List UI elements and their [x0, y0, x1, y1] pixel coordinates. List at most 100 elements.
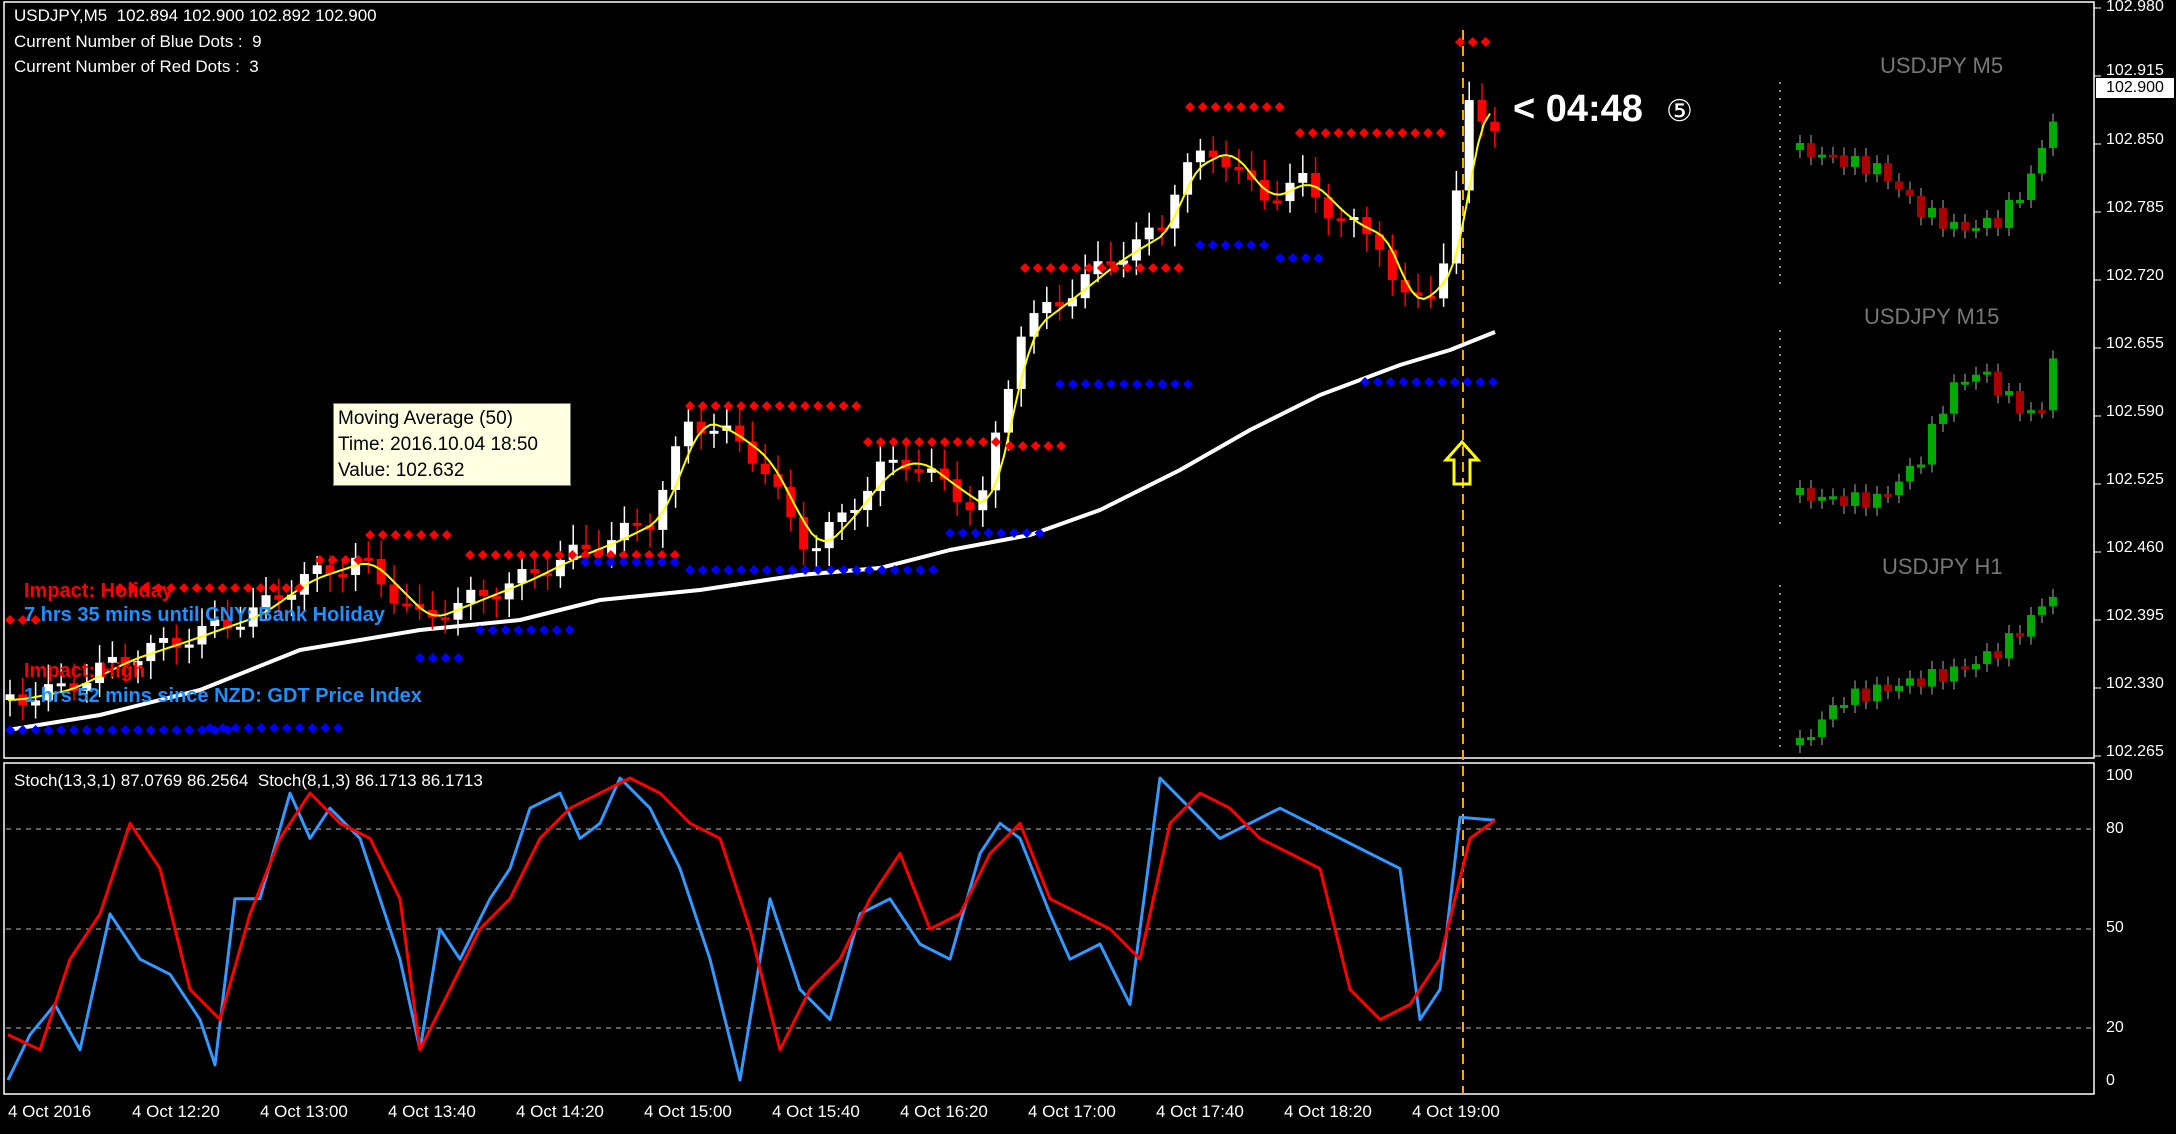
time-label: 4 Oct 13:40 — [388, 1102, 476, 1121]
red-dot — [800, 401, 811, 411]
red-dot — [1058, 263, 1069, 273]
blue-dot — [307, 723, 318, 733]
blue-dot — [864, 565, 875, 575]
price-label: 102.395 — [2106, 607, 2164, 624]
candle-body — [1272, 200, 1282, 204]
red-dot — [1423, 128, 1433, 138]
mini-candle — [1917, 464, 1925, 468]
red-dot — [875, 437, 886, 447]
blue-dot — [957, 528, 968, 538]
mini-candle — [1829, 496, 1837, 500]
blue-dot — [1080, 379, 1091, 389]
mini-candle — [1972, 664, 1980, 670]
stoch-level-label: 100 — [2106, 767, 2133, 784]
red-dot — [255, 583, 266, 593]
mini-candle — [1796, 143, 1804, 150]
blue-dot — [580, 557, 590, 567]
blue-dot — [1067, 379, 1078, 389]
mini-candle — [1906, 678, 1914, 686]
mini-charts — [1796, 113, 2057, 753]
red-dot — [204, 583, 215, 593]
mini-candle — [1851, 156, 1859, 167]
blue-dot — [120, 725, 131, 735]
red-dot — [1210, 102, 1221, 112]
blue-dot — [1144, 379, 1155, 389]
mini-candle — [1994, 651, 2002, 659]
mini-candle — [1884, 163, 1892, 182]
blue-dot — [513, 625, 524, 635]
red-dot — [978, 437, 989, 447]
mini-candle — [1972, 228, 1980, 232]
blue-dot — [133, 725, 143, 735]
blue-dot — [1313, 253, 1324, 263]
mini-candle — [1873, 163, 1881, 175]
blue-dot — [415, 653, 425, 663]
blue-dot — [1233, 240, 1244, 250]
mini-candle — [1972, 374, 1980, 382]
mini-candle — [1994, 217, 2002, 228]
red-dot — [429, 530, 439, 540]
mini-candle — [2038, 410, 2046, 414]
price-label: 102.850 — [2106, 131, 2164, 148]
red-dot — [1371, 128, 1382, 138]
stoch-level-label: 20 — [2106, 1019, 2124, 1036]
red-dot — [1274, 102, 1285, 112]
candle-body — [1195, 150, 1205, 163]
mini-candle — [1862, 688, 1870, 702]
red-dot — [1410, 128, 1421, 138]
candle-body — [760, 463, 770, 475]
blue-dot — [475, 625, 485, 635]
candle-body — [1490, 121, 1500, 132]
mini-candle — [2049, 596, 2057, 607]
time-label: 4 Oct 18:20 — [1284, 1102, 1372, 1121]
blue-dot — [851, 565, 862, 575]
candle-body — [581, 544, 591, 550]
blue-dot — [230, 723, 241, 733]
price-label: 102.785 — [2106, 199, 2164, 216]
candle-body — [312, 565, 322, 575]
candle-body — [1042, 302, 1052, 314]
mini-candle — [1939, 208, 1947, 229]
blue-dot — [631, 557, 642, 567]
mini-candle — [1961, 221, 1969, 231]
candle-body — [683, 421, 693, 447]
mini-candle — [1818, 154, 1826, 158]
red-dot — [503, 550, 514, 560]
candle-body — [159, 638, 169, 643]
blue-dot — [1287, 253, 1298, 263]
candle-body — [875, 461, 885, 491]
blue-dot — [970, 528, 981, 538]
blue-dot — [592, 557, 603, 567]
red-dot — [1236, 102, 1247, 112]
red-dot — [1173, 263, 1184, 273]
blue-dot — [197, 725, 207, 735]
mini-candle — [1928, 669, 1936, 687]
candle-body — [1336, 218, 1346, 222]
blue-dot — [736, 565, 747, 575]
mini-candle — [2027, 410, 2035, 414]
time-label: 4 Oct 16:20 — [900, 1102, 988, 1121]
mini-candle — [1840, 704, 1848, 708]
red-dot — [217, 583, 228, 593]
candle-body — [184, 644, 194, 648]
red-dot — [1030, 441, 1041, 451]
mini-candle — [1906, 465, 1914, 482]
mini-candle — [1851, 688, 1859, 705]
red-dot — [490, 550, 501, 560]
blue-dot — [1207, 240, 1218, 250]
news-cny-bank-holiday: 7 hrs 35 mins until CNY: Bank Holiday — [24, 604, 385, 626]
mini-candle — [1796, 738, 1804, 745]
red-dot — [516, 550, 527, 560]
red-dot — [710, 401, 721, 411]
red-dot — [697, 401, 708, 411]
mini-candle — [1950, 221, 1958, 229]
red-dot — [1032, 263, 1043, 273]
blue-dot — [107, 725, 118, 735]
candle-body — [440, 617, 450, 621]
candle-body — [402, 603, 412, 607]
blue-dot — [81, 725, 92, 735]
blue-dot — [656, 557, 667, 567]
mini-candle — [2016, 199, 2024, 203]
red-dot — [403, 530, 414, 540]
chart-canvas[interactable] — [0, 0, 2176, 1134]
